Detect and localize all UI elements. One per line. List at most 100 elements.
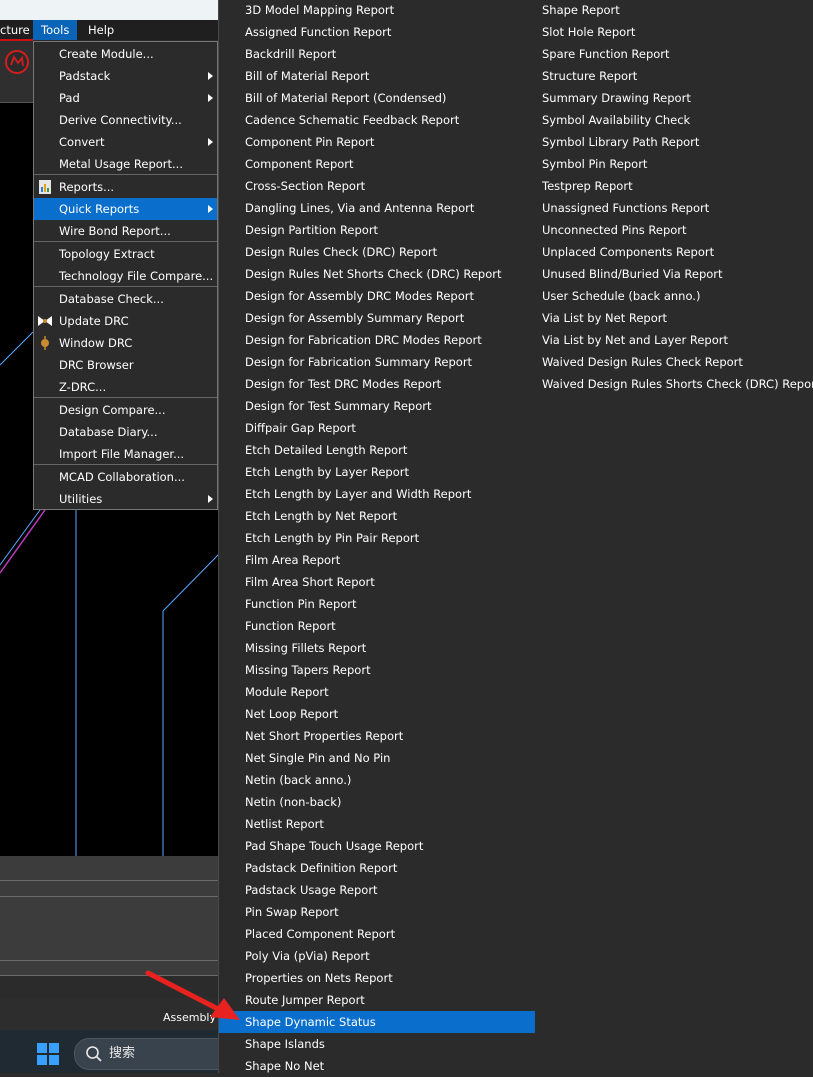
report-item-via-list-by-net-and-layer-report[interactable]: Via List by Net and Layer Report <box>542 329 802 351</box>
report-item-3d-model-mapping-report[interactable]: 3D Model Mapping Report <box>245 0 535 21</box>
report-item-design-for-fabrication-summary-report[interactable]: Design for Fabrication Summary Report <box>245 351 535 373</box>
report-item-etch-length-by-layer-and-width-report[interactable]: Etch Length by Layer and Width Report <box>245 483 535 505</box>
report-item-unplaced-components-report[interactable]: Unplaced Components Report <box>542 241 802 263</box>
report-item-etch-detailed-length-report[interactable]: Etch Detailed Length Report <box>245 439 535 461</box>
report-item-bill-of-material-report[interactable]: Bill of Material Report <box>245 65 535 87</box>
menu-item-wire-bond-report[interactable]: Wire Bond Report... <box>34 220 217 242</box>
menu-tools[interactable]: Tools <box>33 20 78 40</box>
report-item-label: Cross-Section Report <box>245 179 366 193</box>
report-item-slot-hole-report[interactable]: Slot Hole Report <box>542 21 802 43</box>
report-item-cross-section-report[interactable]: Cross-Section Report <box>245 175 535 197</box>
report-item-design-for-fabrication-drc-modes-report[interactable]: Design for Fabrication DRC Modes Report <box>245 329 535 351</box>
report-item-netlist-report[interactable]: Netlist Report <box>245 813 535 835</box>
report-item-cadence-schematic-feedback-report[interactable]: Cadence Schematic Feedback Report <box>245 109 535 131</box>
report-item-unused-blind-buried-via-report[interactable]: Unused Blind/Buried Via Report <box>542 263 802 285</box>
app-logo-icon[interactable] <box>4 49 30 75</box>
report-item-pad-shape-touch-usage-report[interactable]: Pad Shape Touch Usage Report <box>245 835 535 857</box>
menu-item-window-drc[interactable]: Window DRC <box>34 332 217 354</box>
report-item-via-list-by-net-report[interactable]: Via List by Net Report <box>542 307 802 329</box>
report-item-function-report[interactable]: Function Report <box>245 615 535 637</box>
report-item-shape-no-net[interactable]: Shape No Net <box>245 1055 535 1077</box>
menu-item-metal-usage-report[interactable]: Metal Usage Report... <box>34 153 217 175</box>
menu-item-utilities[interactable]: Utilities <box>34 488 217 510</box>
report-item-testprep-report[interactable]: Testprep Report <box>542 175 802 197</box>
report-item-label: Shape Dynamic Status <box>245 1015 376 1029</box>
menu-item-database-diary[interactable]: Database Diary... <box>34 421 217 443</box>
report-item-net-loop-report[interactable]: Net Loop Report <box>245 703 535 725</box>
windows-start-icon[interactable] <box>37 1043 59 1065</box>
report-item-etch-length-by-layer-report[interactable]: Etch Length by Layer Report <box>245 461 535 483</box>
report-item-label: Waived Design Rules Shorts Check (DRC) R… <box>542 377 813 391</box>
report-item-assigned-function-report[interactable]: Assigned Function Report <box>245 21 535 43</box>
report-item-poly-via-pvia-report[interactable]: Poly Via (pVia) Report <box>245 945 535 967</box>
report-item-backdrill-report[interactable]: Backdrill Report <box>245 43 535 65</box>
report-item-shape-dynamic-status[interactable]: Shape Dynamic Status <box>219 1011 535 1033</box>
report-item-summary-drawing-report[interactable]: Summary Drawing Report <box>542 87 802 109</box>
report-item-design-for-test-drc-modes-report[interactable]: Design for Test DRC Modes Report <box>245 373 535 395</box>
report-item-dangling-lines-via-and-antenna-report[interactable]: Dangling Lines, Via and Antenna Report <box>245 197 535 219</box>
report-item-module-report[interactable]: Module Report <box>245 681 535 703</box>
report-item-design-rules-check-drc-report[interactable]: Design Rules Check (DRC) Report <box>245 241 535 263</box>
report-item-film-area-short-report[interactable]: Film Area Short Report <box>245 571 535 593</box>
report-item-route-jumper-report[interactable]: Route Jumper Report <box>245 989 535 1011</box>
report-item-net-single-pin-and-no-pin[interactable]: Net Single Pin and No Pin <box>245 747 535 769</box>
menu-item-import-file-manager[interactable]: Import File Manager... <box>34 443 217 465</box>
report-item-pin-swap-report[interactable]: Pin Swap Report <box>245 901 535 923</box>
report-item-missing-tapers-report[interactable]: Missing Tapers Report <box>245 659 535 681</box>
report-item-label: Shape Report <box>542 3 620 17</box>
report-item-etch-length-by-net-report[interactable]: Etch Length by Net Report <box>245 505 535 527</box>
report-item-unconnected-pins-report[interactable]: Unconnected Pins Report <box>542 219 802 241</box>
submenu-arrow-icon <box>208 205 213 213</box>
report-item-missing-fillets-report[interactable]: Missing Fillets Report <box>245 637 535 659</box>
report-item-label: Spare Function Report <box>542 47 670 61</box>
report-item-user-schedule-back-anno[interactable]: User Schedule (back anno.) <box>542 285 802 307</box>
report-item-spare-function-report[interactable]: Spare Function Report <box>542 43 802 65</box>
report-item-properties-on-nets-report[interactable]: Properties on Nets Report <box>245 967 535 989</box>
report-item-shape-report[interactable]: Shape Report <box>542 0 802 21</box>
menu-item-padstack[interactable]: Padstack <box>34 65 217 87</box>
report-item-design-for-assembly-drc-modes-report[interactable]: Design for Assembly DRC Modes Report <box>245 285 535 307</box>
menu-item-pad[interactable]: Pad <box>34 87 217 109</box>
report-item-design-for-test-summary-report[interactable]: Design for Test Summary Report <box>245 395 535 417</box>
report-item-symbol-availability-check[interactable]: Symbol Availability Check <box>542 109 802 131</box>
report-item-design-rules-net-shorts-check-drc-report[interactable]: Design Rules Net Shorts Check (DRC) Repo… <box>245 263 535 285</box>
menu-help[interactable]: Help <box>80 20 122 40</box>
taskbar-search[interactable]: 搜索 <box>74 1038 236 1070</box>
report-item-placed-component-report[interactable]: Placed Component Report <box>245 923 535 945</box>
report-item-padstack-definition-report[interactable]: Padstack Definition Report <box>245 857 535 879</box>
menu-item-technology-file-compare[interactable]: Technology File Compare... <box>34 265 217 287</box>
report-item-symbol-pin-report[interactable]: Symbol Pin Report <box>542 153 802 175</box>
report-item-etch-length-by-pin-pair-report[interactable]: Etch Length by Pin Pair Report <box>245 527 535 549</box>
report-item-symbol-library-path-report[interactable]: Symbol Library Path Report <box>542 131 802 153</box>
report-item-structure-report[interactable]: Structure Report <box>542 65 802 87</box>
menu-item-z-drc[interactable]: Z-DRC... <box>34 376 217 398</box>
report-item-design-partition-report[interactable]: Design Partition Report <box>245 219 535 241</box>
menu-item-database-check[interactable]: Database Check... <box>34 288 217 310</box>
report-item-diffpair-gap-report[interactable]: Diffpair Gap Report <box>245 417 535 439</box>
report-item-component-pin-report[interactable]: Component Pin Report <box>245 131 535 153</box>
menu-item-derive-connectivity[interactable]: Derive Connectivity... <box>34 109 217 131</box>
report-item-film-area-report[interactable]: Film Area Report <box>245 549 535 571</box>
menu-item-drc-browser[interactable]: DRC Browser <box>34 354 217 376</box>
report-item-design-for-assembly-summary-report[interactable]: Design for Assembly Summary Report <box>245 307 535 329</box>
report-item-shape-islands[interactable]: Shape Islands <box>245 1033 535 1055</box>
menu-item-convert[interactable]: Convert <box>34 131 217 153</box>
report-item-netin-non-back[interactable]: Netin (non-back) <box>245 791 535 813</box>
report-item-waived-design-rules-shorts-check-drc-report[interactable]: Waived Design Rules Shorts Check (DRC) R… <box>542 373 813 395</box>
report-item-netin-back-anno[interactable]: Netin (back anno.) <box>245 769 535 791</box>
menu-item-reports[interactable]: Reports... <box>34 176 217 198</box>
menu-item-topology-extract[interactable]: Topology Extract <box>34 243 217 265</box>
report-item-padstack-usage-report[interactable]: Padstack Usage Report <box>245 879 535 901</box>
menu-item-mcad-collaboration[interactable]: MCAD Collaboration... <box>34 466 217 488</box>
menu-item-design-compare[interactable]: Design Compare... <box>34 399 217 421</box>
report-item-component-report[interactable]: Component Report <box>245 153 535 175</box>
report-item-waived-design-rules-check-report[interactable]: Waived Design Rules Check Report <box>542 351 802 373</box>
report-item-net-short-properties-report[interactable]: Net Short Properties Report <box>245 725 535 747</box>
report-item-unassigned-functions-report[interactable]: Unassigned Functions Report <box>542 197 802 219</box>
report-item-function-pin-report[interactable]: Function Pin Report <box>245 593 535 615</box>
menu-item-create-module[interactable]: Create Module... <box>34 43 217 65</box>
report-item-label: Net Loop Report <box>245 707 339 721</box>
menu-item-quick-reports[interactable]: Quick Reports <box>34 198 217 220</box>
menu-item-update-drc[interactable]: Update DRC <box>34 310 217 332</box>
report-item-bill-of-material-report-condensed[interactable]: Bill of Material Report (Condensed) <box>245 87 535 109</box>
